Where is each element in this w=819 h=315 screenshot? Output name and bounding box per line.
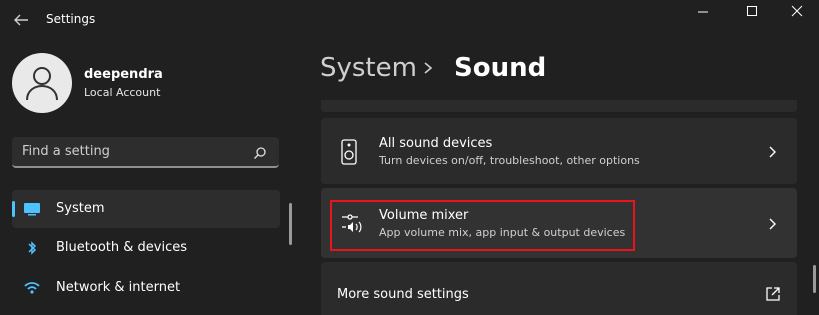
bluetooth-icon <box>23 240 41 256</box>
search-placeholder: Find a setting <box>22 144 110 159</box>
maximize-button[interactable] <box>730 0 774 24</box>
sidebar-scrollbar[interactable] <box>289 203 292 245</box>
chevron-right-icon <box>767 144 777 163</box>
profile-name: deependra <box>84 67 163 82</box>
highlight-box <box>330 200 635 251</box>
sidebar-item-bluetooth[interactable]: Bluetooth & devices <box>12 229 280 267</box>
search-input[interactable]: Find a setting <box>12 137 279 168</box>
minimize-icon <box>698 11 708 13</box>
active-indicator <box>12 201 15 217</box>
sidebar-item-system[interactable]: System <box>12 190 280 228</box>
app-title: Settings <box>46 12 96 26</box>
sidebar-item-label: Network & internet <box>56 280 181 295</box>
content-scrollbar[interactable] <box>813 265 816 293</box>
speaker-icon <box>341 139 357 169</box>
partial-card <box>321 100 797 112</box>
chevron-right-icon <box>422 60 434 80</box>
breadcrumb-system[interactable]: System <box>320 53 417 83</box>
wifi-icon <box>23 280 41 296</box>
monitor-icon <box>23 201 41 217</box>
page-title: Sound <box>454 53 547 83</box>
sidebar-item-network[interactable]: Network & internet <box>12 269 280 307</box>
user-icon <box>26 67 58 101</box>
close-icon <box>791 5 803 17</box>
sidebar-item-label: Bluetooth & devices <box>56 240 187 255</box>
avatar[interactable] <box>12 53 72 113</box>
back-arrow-icon[interactable] <box>10 10 32 30</box>
card-title: All sound devices <box>379 136 493 151</box>
card-subtitle: Turn devices on/off, troubleshoot, other… <box>379 154 640 167</box>
title-bar: Settings <box>0 0 819 40</box>
chevron-right-icon <box>767 216 777 235</box>
close-button[interactable] <box>775 0 819 24</box>
minimize-button[interactable] <box>681 0 725 24</box>
maximize-icon <box>747 6 757 16</box>
search-icon[interactable] <box>253 145 267 164</box>
external-link-icon <box>765 286 781 306</box>
more-sound-settings-card[interactable]: More sound settings <box>321 262 797 315</box>
account-type: Local Account <box>84 86 161 99</box>
all-sound-devices-card[interactable]: All sound devices Turn devices on/off, t… <box>321 118 797 184</box>
sidebar-item-label: System <box>56 201 105 216</box>
card-title: More sound settings <box>337 287 469 302</box>
